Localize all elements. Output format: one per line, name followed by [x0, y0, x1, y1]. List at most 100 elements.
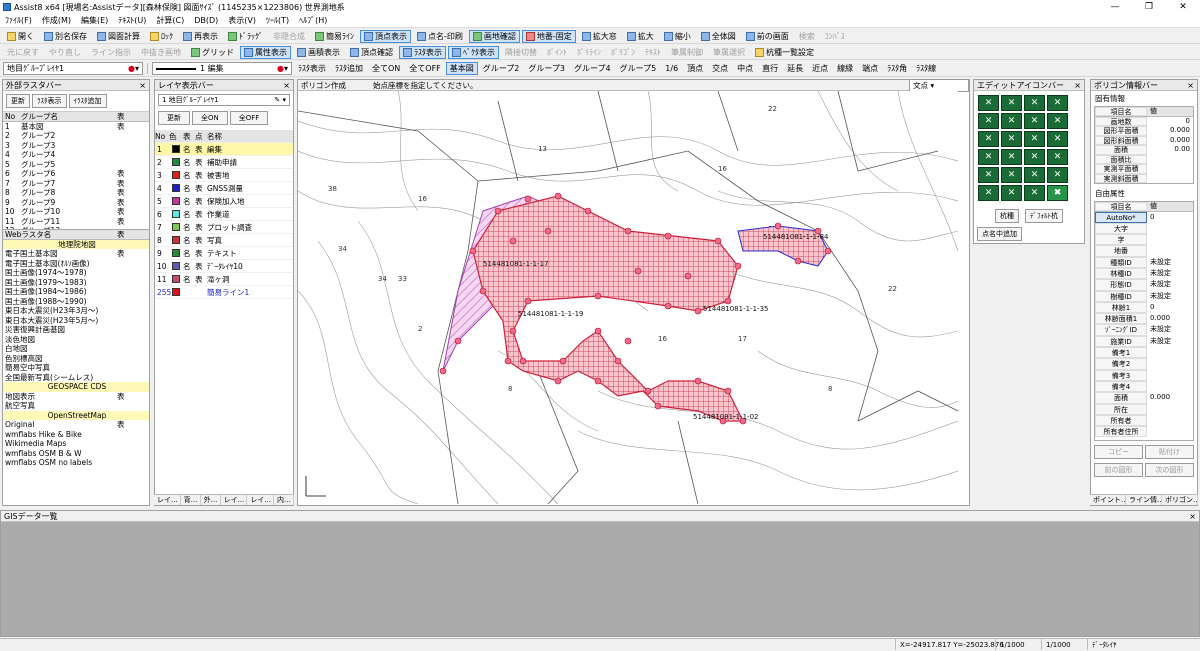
web-raster-row[interactable]: 国土画像(1974〜1978) [3, 268, 149, 278]
raster-group-row[interactable]: 3 グループ3 [3, 141, 149, 151]
web-raster-row[interactable]: 国土画像(1979〜1983) [3, 278, 149, 288]
toolbar-button[interactable]: 頂点 [683, 62, 707, 75]
toolbar-button[interactable]: 属性表示 [240, 45, 291, 59]
raster-group-row[interactable]: 2 グループ2 [3, 131, 149, 141]
polygon-nav-button[interactable]: 前の図形 [1094, 463, 1143, 477]
toolbar-button[interactable]: 杭種一覧設定 [751, 46, 818, 59]
toolbar-button[interactable]: 元に戻す [3, 46, 43, 59]
attr-row[interactable]: 所有者住所 [1095, 426, 1193, 438]
circle-icon[interactable]: ✕ [978, 167, 999, 183]
layer-group-select[interactable]: 地目ｸﾞﾙｰﾌﾟﾚｲﾔ1 ● ▾ [3, 62, 143, 75]
close-icon[interactable]: × [1187, 80, 1197, 90]
toolbar-button[interactable]: ﾗｽﾀ追加 [331, 62, 367, 75]
raster-group-row[interactable]: 1 基本図 表 [3, 122, 149, 132]
toolbar-button[interactable]: ﾃｷｽﾄ [641, 46, 665, 59]
web-raster-row[interactable]: Original 表 [3, 420, 149, 430]
copy-icon[interactable]: ✕ [1047, 131, 1068, 147]
toolbar-button[interactable]: ライン指示 [87, 46, 135, 59]
layer-name-flag[interactable]: 名 [183, 143, 195, 156]
panel-tab[interactable]: ライン情... [1126, 495, 1162, 505]
raster-group-row[interactable]: 5 グループ5 [3, 160, 149, 170]
join-line-icon[interactable]: ✕ [978, 113, 999, 129]
layer-name-flag[interactable]: 名 [183, 169, 195, 182]
toolbar-button[interactable]: 画地確認 [468, 29, 520, 43]
layer-visible-flag[interactable]: 表 [195, 273, 207, 286]
layer-name-flag[interactable]: 名 [183, 195, 195, 208]
menu-item[interactable]: 表示(V) [223, 15, 261, 26]
minimize-button[interactable]: — [1098, 0, 1132, 14]
arc-icon[interactable]: ✕ [1047, 149, 1068, 165]
attr-row[interactable]: 面積 0.000 [1095, 392, 1193, 404]
web-raster-row[interactable]: 全国最新写真(シームレス) [3, 373, 149, 383]
layer-name-flag[interactable]: 名 [183, 156, 195, 169]
layer-visible-flag[interactable]: 表 [195, 169, 207, 182]
layer-row[interactable]: 2 名表補助申請 [155, 156, 293, 169]
add-point-name-button[interactable]: 点名中追加 [977, 227, 1022, 241]
layer-color-swatch[interactable] [172, 288, 180, 296]
align-icon[interactable]: ✕ [978, 185, 999, 201]
attr-row[interactable]: 字 [1095, 234, 1193, 246]
fillet-icon[interactable]: ✕ [1024, 167, 1045, 183]
panel-tab[interactable]: 内... [274, 495, 294, 505]
toolbar-button[interactable]: グループ2 [479, 62, 524, 75]
attr-row[interactable]: 施業ID 未設定 [1095, 335, 1193, 348]
layer-row[interactable]: 4 名表 GNSS測量 [155, 182, 293, 195]
toolbar-button[interactable]: 端点 [858, 62, 882, 75]
menu-item[interactable]: ﾂｰﾙ(T) [261, 15, 294, 26]
toolbar-button[interactable]: ｺﾝﾊﾟｽ [821, 30, 849, 43]
layer-button[interactable]: 全ON [192, 111, 228, 125]
layer-color-swatch[interactable] [172, 236, 180, 244]
raster-button[interactable]: 更新 [6, 94, 30, 108]
layer-row[interactable]: 11 名表滝ヶ洞 [155, 273, 293, 286]
layer-row[interactable]: 3 名表被害地 [155, 169, 293, 182]
panel-tab[interactable]: 背... [181, 495, 201, 505]
web-raster-row[interactable]: 東日本大震災(H23年3月〜) [3, 306, 149, 316]
toolbar-button[interactable]: ﾎﾟｲﾝﾄ [543, 46, 571, 59]
linetype-select[interactable]: 1 編集 ● ▾ [152, 62, 292, 75]
raster-group-row[interactable]: 12グループ12 [3, 226, 149, 229]
attr-row[interactable]: 地番 [1095, 245, 1193, 257]
attr-row[interactable]: 備考3 [1095, 369, 1193, 381]
toolbar-button[interactable]: 点名-印刷 [413, 30, 467, 43]
toolbar-button[interactable]: 全てON [368, 62, 404, 75]
layer-color-swatch[interactable] [172, 158, 180, 166]
web-raster-row[interactable]: 災害復興計画基図 [3, 325, 149, 335]
layer-row[interactable]: 8 名表写真 [155, 234, 293, 247]
toolbar-button[interactable]: グループ5 [616, 62, 661, 75]
layer-name-flag[interactable]: 名 [183, 221, 195, 234]
layer-row[interactable]: 255 簡易ライン1 [155, 286, 293, 299]
cut-icon[interactable]: ✕ [978, 149, 999, 165]
rect-icon[interactable]: ✕ [1001, 167, 1022, 183]
layer-color-swatch[interactable] [172, 184, 180, 192]
layer-visible-flag[interactable]: 表 [195, 234, 207, 247]
layer-visible-flag[interactable]: 表 [195, 143, 207, 156]
toolbar-button[interactable]: 線縁 [833, 62, 857, 75]
toolbar-button[interactable]: ﾎﾟﾘｺﾞﾝ [607, 46, 639, 59]
web-raster-row[interactable]: 地図表示 表 [3, 392, 149, 402]
snap-icon[interactable]: ✕ [1001, 185, 1022, 201]
toolbar-button[interactable]: 再表示 [179, 30, 222, 43]
toolbar-button[interactable]: 地番-固定 [521, 29, 576, 43]
toolbar-button[interactable]: 1/6 [661, 62, 682, 75]
toolbar-button[interactable]: 中抜き画地 [137, 46, 185, 59]
layer-name-flag[interactable]: 名 [183, 182, 195, 195]
polygon-nav-button[interactable]: 貼付け [1145, 445, 1194, 459]
attr-row[interactable]: 林種ID 未設定 [1095, 267, 1193, 280]
attr-row[interactable]: 備考1 [1095, 347, 1193, 359]
web-raster-row[interactable]: 簡易空中写真 [3, 363, 149, 373]
toolbar-button[interactable]: グループ4 [570, 62, 615, 75]
layer-visible-flag[interactable]: 表 [195, 208, 207, 221]
raster-group-row[interactable]: 11 グループ11 表 [3, 217, 149, 227]
toolbar-button[interactable]: 縮小 [660, 30, 695, 43]
toolbar-button[interactable]: 全てOFF [405, 62, 445, 75]
web-raster-row[interactable]: wmflabs OSM no labels [3, 458, 149, 468]
chamfer-icon[interactable]: ✕ [1047, 167, 1068, 183]
web-raster-row[interactable]: 国土画像(1984〜1986) [3, 287, 149, 297]
toolbar-button[interactable]: 拡大窓 [578, 30, 621, 43]
close-icon[interactable]: × [1074, 80, 1084, 90]
toolbar-button[interactable]: 簡易ﾗｲﾝ [311, 30, 358, 43]
snap-mode-select[interactable]: 文点 ▾ [909, 78, 969, 92]
panel-tab[interactable]: ポイント... [1090, 495, 1126, 505]
menu-item[interactable]: ﾌｧｲﾙ(F) [0, 15, 37, 26]
attr-row[interactable]: 備考4 [1095, 380, 1193, 393]
